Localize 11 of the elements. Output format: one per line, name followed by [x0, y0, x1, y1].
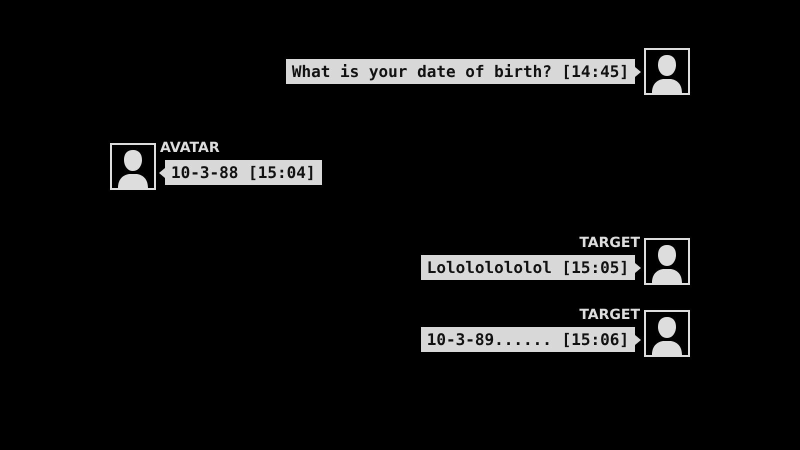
message-bubble: 10-3-89...... [15:06] — [420, 327, 635, 352]
sender-name: AVATAR — [160, 140, 220, 157]
message-bubble: 10-3-88 [15:04] — [165, 160, 322, 185]
sender-name: TARGET — [579, 235, 640, 252]
avatar-icon — [644, 48, 690, 95]
message-bubble: What is your date of birth? [14:45] — [286, 59, 635, 84]
avatar-icon — [110, 143, 156, 190]
avatar-icon — [644, 310, 690, 357]
sender-name: TARGET — [579, 307, 640, 324]
message-bubble: Lolololololol [15:05] — [420, 255, 635, 280]
avatar-icon — [644, 238, 690, 285]
